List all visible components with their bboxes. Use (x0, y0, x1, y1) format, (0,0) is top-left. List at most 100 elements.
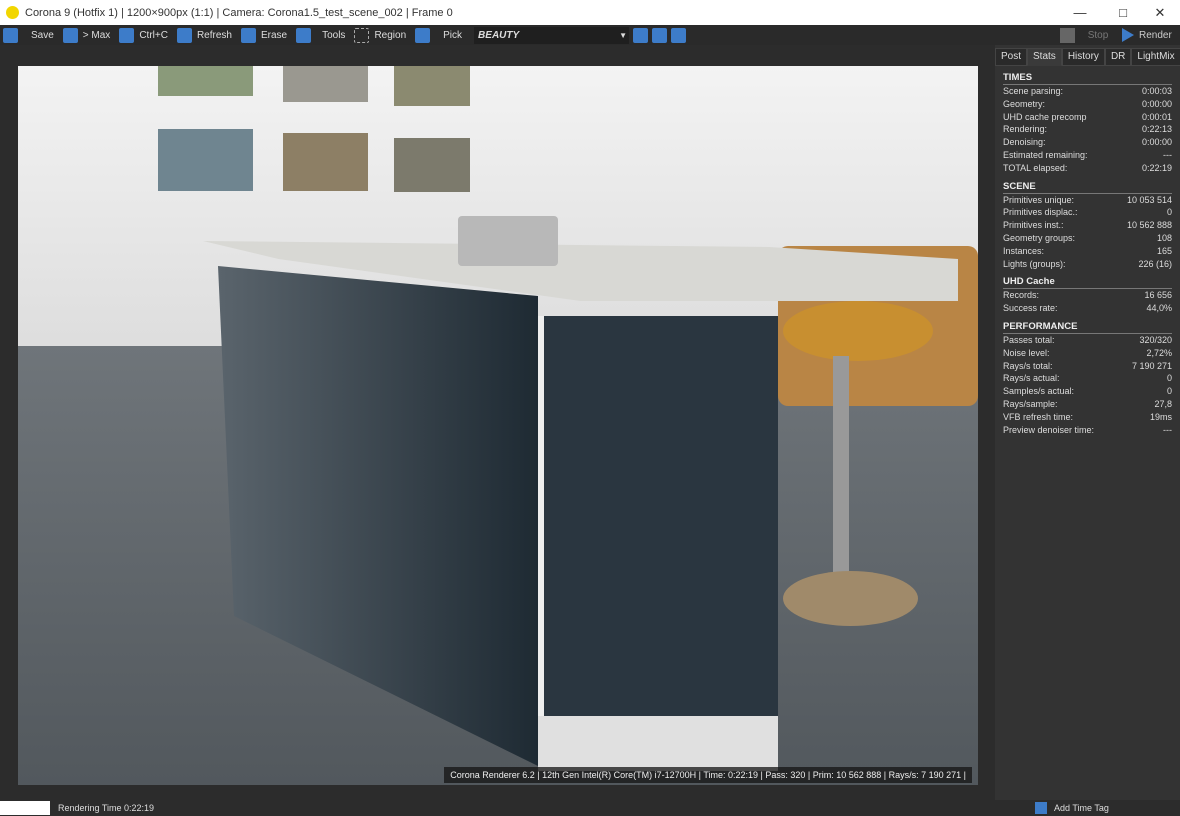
stop-icon (1060, 27, 1075, 43)
erase-button[interactable]: Erase (238, 26, 293, 44)
stat-label: Denoising: (1003, 137, 1046, 148)
stat-row: Noise level: 2,72% (1003, 347, 1172, 360)
stat-row: Primitives displac.: 0 (1003, 206, 1172, 219)
stat-value: 27,8 (1154, 398, 1172, 409)
region-button[interactable]: Region (351, 26, 412, 44)
close-button[interactable]: ✕ (1140, 0, 1180, 25)
stat-row: Geometry groups: 108 (1003, 232, 1172, 245)
stat-label: Rays/s total: (1003, 360, 1053, 371)
stat-row: UHD cache precomp 0:00:01 (1003, 111, 1172, 124)
stat-row: Preview denoiser time: --- (1003, 424, 1172, 437)
section-scene: SCENE (1003, 181, 1172, 194)
minimize-button[interactable]: — (1060, 0, 1100, 25)
zoom-fit-icon[interactable] (671, 27, 687, 43)
stat-row: Rays/s total: 7 190 271 (1003, 360, 1172, 373)
max-label: > Max (82, 29, 111, 41)
max-button[interactable]: > Max (60, 26, 117, 44)
save-icon (3, 27, 18, 43)
copy-icon (119, 27, 135, 43)
tab-stats[interactable]: Stats (1027, 48, 1062, 66)
stat-value: 0:00:01 (1141, 111, 1172, 122)
plinth (538, 716, 778, 771)
stat-label: Noise level: (1003, 347, 1050, 358)
copy-button[interactable]: Ctrl+C (116, 26, 174, 44)
stat-label: Rendering: (1003, 124, 1048, 135)
stat-row: Rays/s actual: 0 (1003, 372, 1172, 385)
cabinet-side (538, 316, 778, 716)
region-label: Region (374, 29, 407, 41)
hand-icon (415, 27, 431, 43)
stat-row: TOTAL elapsed: 0:22:19 (1003, 162, 1172, 175)
bar-stool (783, 301, 933, 361)
render-viewport[interactable]: Corona Renderer 6.2 | 12th Gen Intel(R) … (18, 66, 978, 785)
stat-value: 16 656 (1144, 290, 1172, 301)
painting (158, 129, 253, 191)
stat-value: 320/320 (1139, 334, 1172, 345)
stat-row: Passes total: 320/320 (1003, 334, 1172, 347)
stat-row: Primitives unique: 10 053 514 (1003, 194, 1172, 207)
channel-select[interactable]: BEAUTY ▼ (474, 26, 630, 44)
stat-row: Estimated remaining: --- (1003, 149, 1172, 162)
tab-post[interactable]: Post (995, 48, 1028, 66)
status-bar: Rendering Time 0:22:19 Add Time Tag (0, 800, 1180, 816)
stat-row: Scene parsing: 0:00:03 (1003, 85, 1172, 98)
tab-dr[interactable]: DR (1104, 48, 1132, 66)
stat-row: Denoising: 0:00:00 (1003, 136, 1172, 149)
stat-value: 0 (1166, 386, 1172, 397)
stat-label: Passes total: (1003, 334, 1055, 345)
render-button[interactable]: Render (1139, 30, 1172, 41)
stat-row: Instances: 165 (1003, 245, 1172, 258)
max-icon (62, 27, 78, 43)
painting (394, 138, 470, 192)
stat-label: Success rate: (1003, 303, 1058, 314)
refresh-button[interactable]: Refresh (174, 26, 238, 44)
refresh-icon (176, 27, 192, 43)
add-time-tag-button[interactable]: Add Time Tag (1054, 803, 1109, 813)
erase-icon (240, 27, 256, 43)
stat-value: 0:00:03 (1141, 86, 1172, 96)
stat-value: 0 (1166, 373, 1172, 384)
tools-button[interactable]: Tools (293, 26, 351, 44)
stat-label: Rays/s actual: (1003, 373, 1060, 384)
stat-label: Preview denoiser time: (1003, 424, 1095, 435)
play-icon (1122, 28, 1134, 42)
zoom-in-icon[interactable] (633, 27, 649, 43)
stat-row: Rays/sample: 27,8 (1003, 398, 1172, 411)
maximize-button[interactable]: □ (1103, 0, 1143, 25)
tab-lightmix[interactable]: LightMix (1131, 48, 1180, 66)
zoom-out-icon[interactable] (652, 27, 668, 43)
toolbar: Save > Max Ctrl+C Refresh Erase Tools Re… (0, 25, 1180, 45)
save-button[interactable]: Save (0, 26, 60, 44)
stat-label: Samples/s actual: (1003, 386, 1075, 397)
stat-row: VFB refresh time: 19ms (1003, 411, 1172, 424)
panel-tabs: Post Stats History DR LightMix (995, 48, 1180, 66)
painting (283, 133, 368, 191)
stat-row: Primitives inst.: 10 562 888 (1003, 219, 1172, 232)
painting (394, 66, 470, 106)
pick-button[interactable]: Pick (412, 26, 468, 44)
stat-label: Primitives unique: (1003, 194, 1075, 205)
stop-button[interactable]: Stop (1079, 30, 1117, 41)
save-label: Save (31, 29, 54, 41)
stats-list: TIMES Scene parsing: 0:00:03 Geometry: 0:00:… (995, 72, 1180, 436)
status-field[interactable] (0, 801, 50, 815)
stat-value: 19ms (1149, 411, 1172, 422)
stat-label: Instances: (1003, 245, 1045, 256)
section-uhd: UHD Cache (1003, 276, 1172, 290)
stat-row: Geometry: 0:00:00 (1003, 98, 1172, 111)
stat-row: Rendering: 0:22:13 (1003, 123, 1172, 136)
stat-value: 165 (1156, 245, 1172, 256)
stat-row: Success rate: 44,0% (1003, 302, 1172, 315)
refresh-label: Refresh (196, 29, 232, 41)
section-perf: PERFORMANCE (1003, 321, 1172, 334)
stat-label: TOTAL elapsed: (1003, 162, 1068, 173)
stat-row: Records: 16 656 (1003, 289, 1172, 302)
stool-pole (833, 356, 849, 586)
stat-value: 226 (16) (1138, 258, 1172, 269)
render-controls: Stop Render (1060, 25, 1180, 45)
erase-label: Erase (260, 29, 288, 41)
stool-base (783, 571, 918, 626)
region-icon (354, 27, 370, 43)
stat-label: Geometry groups: (1003, 232, 1076, 243)
tab-history[interactable]: History (1061, 48, 1105, 66)
